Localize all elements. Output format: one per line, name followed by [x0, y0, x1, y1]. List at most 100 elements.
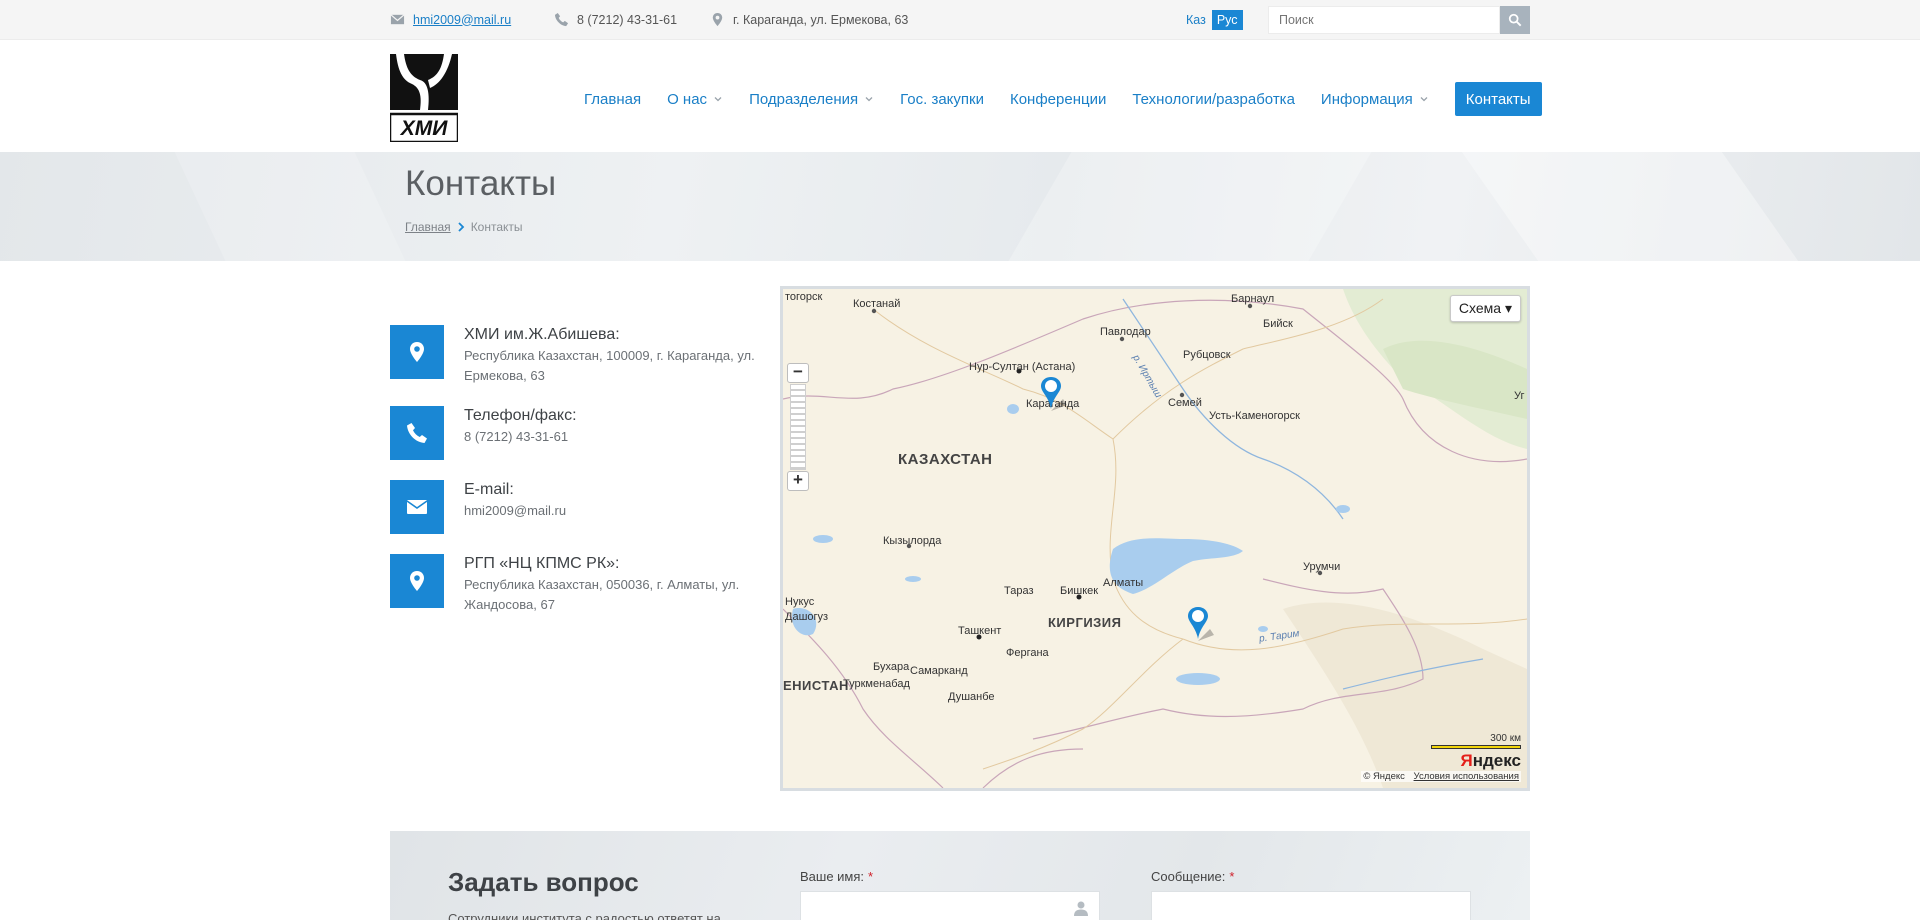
contact-label: Телефон/факс: — [464, 407, 577, 424]
chevron-right-icon — [458, 222, 464, 232]
name-field-label: Ваше имя: * — [800, 869, 873, 884]
contact-label: РГП «НЦ КПМС РК»: — [464, 555, 620, 572]
logo-text: ХМИ — [400, 117, 449, 140]
language-switcher: Каз Рус — [1184, 10, 1243, 30]
breadcrumb: Главная Контакты — [405, 220, 523, 234]
chevron-down-icon — [714, 97, 722, 102]
contact-icon-box — [390, 325, 444, 379]
envelope-icon — [406, 500, 428, 514]
site-header: ХМИ Главная О нас Подразделения Гос. зак… — [0, 40, 1920, 152]
map-label: Ташкент — [958, 625, 1002, 637]
nav-technologies[interactable]: Технологии/разработка — [1132, 82, 1295, 116]
name-input[interactable] — [800, 891, 1100, 920]
main-nav: Главная О нас Подразделения Гос. закупки… — [584, 82, 1542, 116]
phone-icon — [554, 12, 569, 27]
search-form — [1268, 6, 1530, 34]
name-field-label-text: Ваше имя: — [800, 869, 865, 884]
zoom-out-button[interactable]: − — [787, 363, 809, 383]
chevron-down-icon — [1420, 97, 1428, 102]
nav-contacts[interactable]: Контакты — [1454, 82, 1542, 116]
map-label: Усть-Каменогорск — [1209, 410, 1300, 422]
search-input[interactable] — [1268, 6, 1500, 34]
contact-value: 8 (7212) 43-31-61 — [464, 429, 569, 444]
contact-icon-box — [390, 480, 444, 534]
question-subtitle: Сотрудники института с радостью ответят … — [448, 911, 721, 920]
map-label: Павлодар — [1100, 326, 1151, 338]
map-zoom-control: − + — [787, 363, 809, 491]
map-label: Рубцовск — [1183, 349, 1231, 361]
nav-home[interactable]: Главная — [584, 82, 641, 116]
map-pin-almaty[interactable] — [1186, 605, 1214, 643]
envelope-icon — [390, 14, 405, 25]
topbar-email-link[interactable]: hmi2009@mail.ru — [413, 13, 511, 27]
nav-divisions[interactable]: Подразделения — [749, 82, 874, 116]
map-label: Нур-Султан (Астана) — [969, 361, 1076, 373]
topbar-address: г. Караганда, ул. Ермекова, 63 — [710, 12, 908, 27]
map-pin-karaganda[interactable] — [1039, 375, 1067, 413]
page-title-band: Контакты Главная Контакты — [0, 152, 1920, 261]
map-label: Уг — [1514, 390, 1525, 402]
nav-procurement-label: Гос. закупки — [900, 90, 984, 108]
contact-value: Республика Казахстан, 050036, г. Алматы,… — [464, 577, 740, 612]
yandex-logo[interactable]: Яндекс — [1461, 751, 1521, 771]
map-marker-icon — [712, 12, 723, 27]
chevron-down-icon — [865, 97, 873, 102]
contact-icon-box — [390, 554, 444, 608]
map-label: Бишкек — [1060, 585, 1099, 597]
contact-value: Республика Казахстан, 100009, г. Караган… — [464, 348, 755, 383]
search-icon — [1508, 13, 1522, 27]
message-input[interactable] — [1151, 891, 1471, 920]
contact-item-email: E-mail: hmi2009@mail.ru — [390, 480, 764, 534]
nav-about[interactable]: О нас — [667, 82, 723, 116]
breadcrumb-home-link[interactable]: Главная — [405, 220, 451, 234]
lang-kaz-link[interactable]: Каз — [1184, 10, 1208, 30]
contact-icon-box — [390, 406, 444, 460]
topbar-email: hmi2009@mail.ru — [390, 12, 511, 27]
map-label: Душанбе — [948, 691, 995, 703]
map-footer: © Яндекс Условия использования — [1361, 771, 1521, 782]
message-field-label: Сообщение: * — [1151, 869, 1234, 884]
map-label: Барнаул — [1231, 293, 1275, 305]
contact-value: hmi2009@mail.ru — [464, 503, 567, 518]
zoom-in-button[interactable]: + — [787, 471, 809, 491]
zoom-slider[interactable] — [790, 384, 806, 470]
nav-technologies-label: Технологии/разработка — [1132, 90, 1295, 108]
map-label: Фергана — [1006, 647, 1049, 659]
site-logo[interactable]: ХМИ — [388, 54, 460, 144]
nav-conferences[interactable]: Конференции — [1010, 82, 1106, 116]
background-facet — [1008, 152, 1372, 261]
topbar-address-text: г. Караганда, ул. Ермекова, 63 — [733, 12, 909, 27]
yandex-map[interactable]: тогорск Костанай Барнаул Бийск Павлодар … — [780, 286, 1530, 791]
required-mark: * — [868, 869, 874, 884]
map-layer-dropdown[interactable]: Схема ▾ — [1449, 295, 1521, 322]
user-icon — [1074, 901, 1088, 916]
lang-rus-link[interactable]: Рус — [1211, 10, 1243, 30]
map-label: Кызылорда — [883, 535, 942, 547]
topbar-phone: 8 (7212) 43-31-61 — [554, 12, 677, 27]
map-label: тогорск — [785, 291, 823, 303]
map-label: Урумчи — [1303, 561, 1341, 573]
nav-information-label: Информация — [1320, 90, 1413, 108]
phone-icon — [407, 423, 427, 443]
map-copyright: © Яндекс — [1363, 771, 1405, 782]
contact-item-hmi: ХМИ им.Ж.Абишева: Республика Казахстан, … — [390, 325, 764, 386]
map-label: Бухара — [873, 661, 910, 673]
map-terms-link[interactable]: Условия использования — [1414, 771, 1519, 782]
nav-contacts-label: Контакты — [1465, 90, 1531, 108]
search-button[interactable] — [1500, 6, 1530, 34]
map-label: Костанай — [853, 298, 901, 310]
logo-graphic: ХМИ — [388, 54, 460, 144]
background-facet — [174, 152, 406, 261]
nav-procurement[interactable]: Гос. закупки — [900, 82, 984, 116]
map-scale-label: 300 км — [1490, 733, 1521, 744]
message-field-label-text: Сообщение: — [1151, 869, 1226, 884]
map-marker-icon — [410, 342, 424, 362]
yandex-logo-letter: Я — [1460, 751, 1473, 770]
top-bar: hmi2009@mail.ru 8 (7212) 43-31-61 г. Кар… — [0, 0, 1920, 40]
map-label: Нукус — [785, 596, 815, 608]
topbar-phone-text: 8 (7212) 43-31-61 — [577, 12, 678, 27]
map-label: КАЗАХСТАН — [898, 451, 993, 468]
nav-information[interactable]: Информация — [1321, 82, 1429, 116]
page-title: Контакты — [405, 164, 557, 203]
required-mark: * — [1229, 869, 1235, 884]
